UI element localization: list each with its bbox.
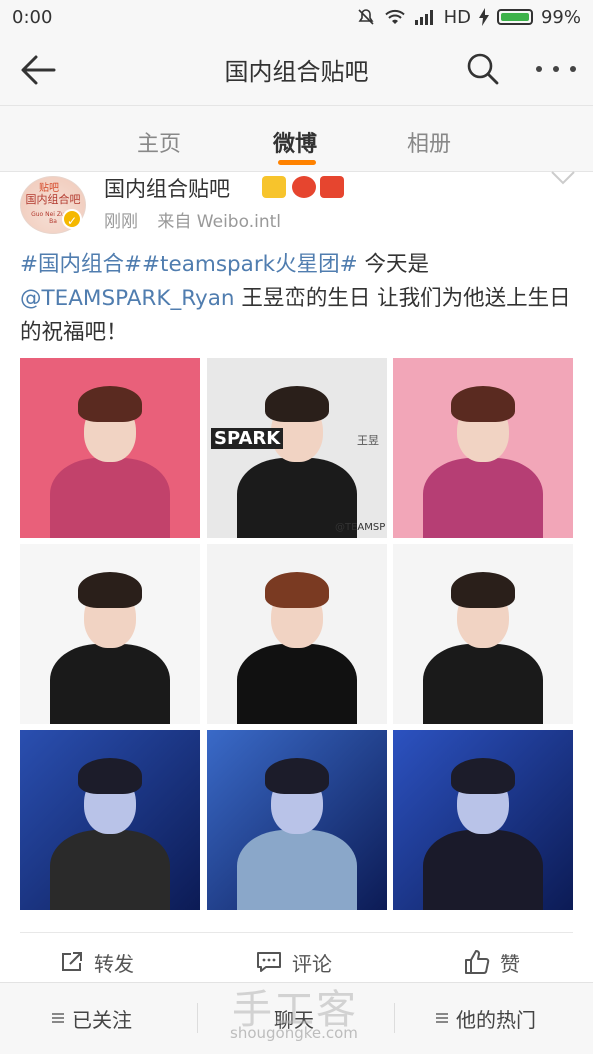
comment-label: 评论 xyxy=(292,951,332,976)
photo-grid: SPARK 王昱 @TEAMSP xyxy=(20,358,573,910)
chevron-down-icon[interactable] xyxy=(550,170,576,186)
menu-icon xyxy=(52,1011,64,1025)
network-type: HD xyxy=(443,6,471,28)
photo-hair xyxy=(451,386,515,422)
hot-posts-button[interactable]: 他的热门 xyxy=(436,1003,536,1033)
photo-thumbnail[interactable]: SPARK 王昱 @TEAMSP xyxy=(207,358,387,538)
repost-label: 转发 xyxy=(94,951,134,976)
like-icon xyxy=(465,950,490,974)
arrow-left-icon[interactable] xyxy=(18,52,58,88)
status-icons: HD 99% xyxy=(356,7,581,28)
photo-thumbnail[interactable] xyxy=(207,730,387,910)
verified-badge-icon: ✓ xyxy=(62,209,82,229)
nav-bar: 国内组合贴吧 xyxy=(0,34,593,106)
post-meta: 刚刚 来自 Weibo.intl xyxy=(104,207,281,232)
photo-thumbnail[interactable] xyxy=(20,730,200,910)
followed-button[interactable]: 已关注 xyxy=(52,1003,132,1033)
photo-body xyxy=(423,830,543,910)
post-author[interactable]: 国内组合贴吧 xyxy=(104,173,230,203)
comment-button[interactable]: 评论 xyxy=(256,946,332,978)
battery-percent: 99% xyxy=(540,6,581,28)
topic-link[interactable]: #国内组合# xyxy=(20,252,142,277)
photo-thumbnail[interactable] xyxy=(393,544,573,724)
crown-medal-icon xyxy=(262,176,286,198)
photo-hair xyxy=(265,572,329,608)
photo-hair xyxy=(78,572,142,608)
photo-thumbnail[interactable] xyxy=(393,730,573,910)
share-icon xyxy=(62,952,82,971)
followed-label: 已关注 xyxy=(72,1007,132,1032)
tab-album[interactable]: 相册 xyxy=(407,126,451,158)
watermark-url: shougongke.com xyxy=(230,1024,358,1042)
avatar-text-top: 贴吧 xyxy=(39,183,59,194)
photo-hair xyxy=(265,758,329,794)
photo-thumbnail[interactable] xyxy=(20,544,200,724)
photo-hair xyxy=(78,386,142,422)
photo-handle-text: @TEAMSP xyxy=(335,522,386,533)
photo-body xyxy=(237,644,357,724)
repost-button[interactable]: 转发 xyxy=(60,946,134,978)
comment-icon xyxy=(257,952,281,972)
photo-body xyxy=(423,644,543,724)
like-label: 赞 xyxy=(500,951,520,976)
photo-body xyxy=(50,830,170,910)
tab-weibo[interactable]: 微博 xyxy=(273,126,317,158)
red-packet-icon xyxy=(320,176,344,198)
wifi-icon xyxy=(384,9,405,24)
photo-body xyxy=(237,830,357,910)
photo-body xyxy=(423,458,543,538)
bottom-separator xyxy=(197,1003,198,1033)
photo-body xyxy=(50,458,170,538)
photo-side-text: 王昱 xyxy=(357,434,379,447)
photo-hair xyxy=(451,572,515,608)
post-source: 来自 Weibo.intl xyxy=(157,212,281,232)
battery-fill xyxy=(500,13,529,21)
photo-body xyxy=(50,644,170,724)
like-button[interactable]: 赞 xyxy=(464,946,520,978)
photo-thumbnail[interactable] xyxy=(207,544,387,724)
topic-link[interactable]: #teamspark火星团# xyxy=(142,252,358,277)
bottom-separator xyxy=(394,1003,395,1033)
active-tab-indicator xyxy=(278,160,316,165)
post-time: 刚刚 xyxy=(104,212,138,232)
photo-hair xyxy=(451,758,515,794)
photo-thumbnail[interactable] xyxy=(393,358,573,538)
fortune-medal-icon xyxy=(292,176,316,198)
post-text: #国内组合##teamspark火星团# 今天是 @TEAMSPARK_Ryan … xyxy=(20,248,575,350)
mute-icon xyxy=(358,9,374,25)
more-dots-icon[interactable] xyxy=(536,54,576,84)
divider xyxy=(20,932,573,933)
status-time: 0:00 xyxy=(12,6,53,28)
page-title: 国内组合贴吧 xyxy=(224,58,369,86)
photo-thumbnail[interactable] xyxy=(20,358,200,538)
photo-logo-text: SPARK xyxy=(211,428,284,449)
post-text-plain: 今天是 xyxy=(357,252,429,277)
search-icon[interactable] xyxy=(466,52,500,86)
mention-link[interactable]: @TEAMSPARK_Ryan xyxy=(20,286,235,311)
hot-posts-label: 他的热门 xyxy=(456,1007,536,1032)
avatar-text: 国内组合吧 xyxy=(25,193,81,206)
tab-home[interactable]: 主页 xyxy=(137,126,181,158)
status-bar: 0:00 HD 99% xyxy=(0,0,593,34)
photo-hair xyxy=(78,758,142,794)
menu-icon xyxy=(436,1011,448,1025)
battery-icon xyxy=(496,9,533,25)
signal-icon xyxy=(414,10,433,25)
photo-hair xyxy=(265,386,329,422)
charging-icon xyxy=(478,8,489,26)
